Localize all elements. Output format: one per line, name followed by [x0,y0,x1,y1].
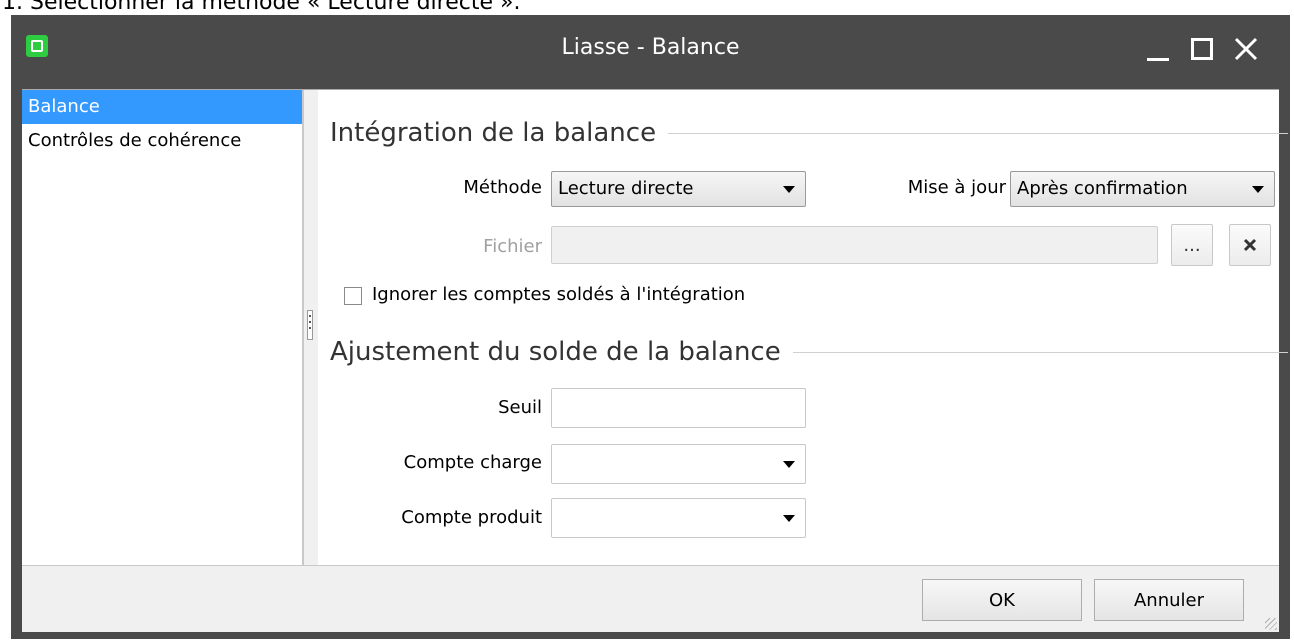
window-title: Liasse - Balance [561,35,740,60]
cancel-button[interactable]: Annuler [1094,579,1244,621]
seuil-label: Seuil [498,397,542,418]
section-divider [792,351,1288,353]
compte-produit-select[interactable] [551,498,806,538]
ignore-soldes-checkbox[interactable] [344,287,362,305]
fichier-input[interactable] [551,226,1158,264]
maximize-icon [1191,38,1213,60]
close-x-icon [1243,238,1257,252]
chevron-down-icon [783,515,795,522]
mise-a-jour-select[interactable]: Après confirmation [1010,171,1275,207]
mise-a-jour-label: Mise à jour [907,177,1006,198]
splitter[interactable] [303,90,319,566]
methode-label: Méthode [463,177,542,198]
section-divider [668,132,1288,134]
resize-grip-icon[interactable] [1265,618,1277,630]
instruction-caption: 1. Sélectionner la méthode « Lecture dir… [2,0,521,15]
sidebar-item-balance[interactable]: Balance [22,90,302,124]
ignore-soldes-label[interactable]: Ignorer les comptes soldés à l'intégrati… [372,284,745,305]
fichier-label: Fichier [483,236,542,257]
sidebar-item-controles[interactable]: Contrôles de cohérence [22,124,302,158]
sidebar: Balance Contrôles de cohérence [22,90,303,566]
seuil-input[interactable] [551,388,806,428]
compte-produit-label: Compte produit [401,507,542,528]
chevron-down-icon [783,186,795,193]
main-content: Intégration de la balance Méthode Lectur… [318,90,1288,566]
close-button[interactable] [1226,29,1266,69]
title-bar[interactable]: Liasse - Balance [11,15,1290,89]
ok-button[interactable]: OK [922,579,1082,621]
browse-button[interactable]: ... [1171,224,1213,266]
section-ajustement-title: Ajustement du solde de la balance [330,337,781,367]
compte-charge-select[interactable] [551,444,806,484]
close-icon [1234,37,1258,61]
chevron-down-icon [783,461,795,468]
mise-a-jour-value: Après confirmation [1017,178,1188,199]
compte-charge-label: Compte charge [403,452,542,473]
maximize-button[interactable] [1182,29,1222,69]
methode-value: Lecture directe [558,178,694,199]
dialog-client: Balance Contrôles de cohérence Intégrati… [22,89,1288,566]
section-ajustement: Ajustement du solde de la balance [330,337,1288,367]
section-integration: Intégration de la balance [330,118,1288,148]
clear-file-button[interactable] [1229,224,1271,266]
chevron-down-icon [1252,186,1264,193]
dialog-window: Liasse - Balance Balance Contrôles de co… [11,15,1290,639]
minimize-icon [1147,57,1169,61]
minimize-button[interactable] [1138,29,1178,69]
methode-select[interactable]: Lecture directe [551,171,806,207]
dialog-footer: OK Annuler [22,565,1279,632]
section-integration-title: Intégration de la balance [330,118,657,148]
splitter-grip-icon[interactable] [307,310,313,340]
